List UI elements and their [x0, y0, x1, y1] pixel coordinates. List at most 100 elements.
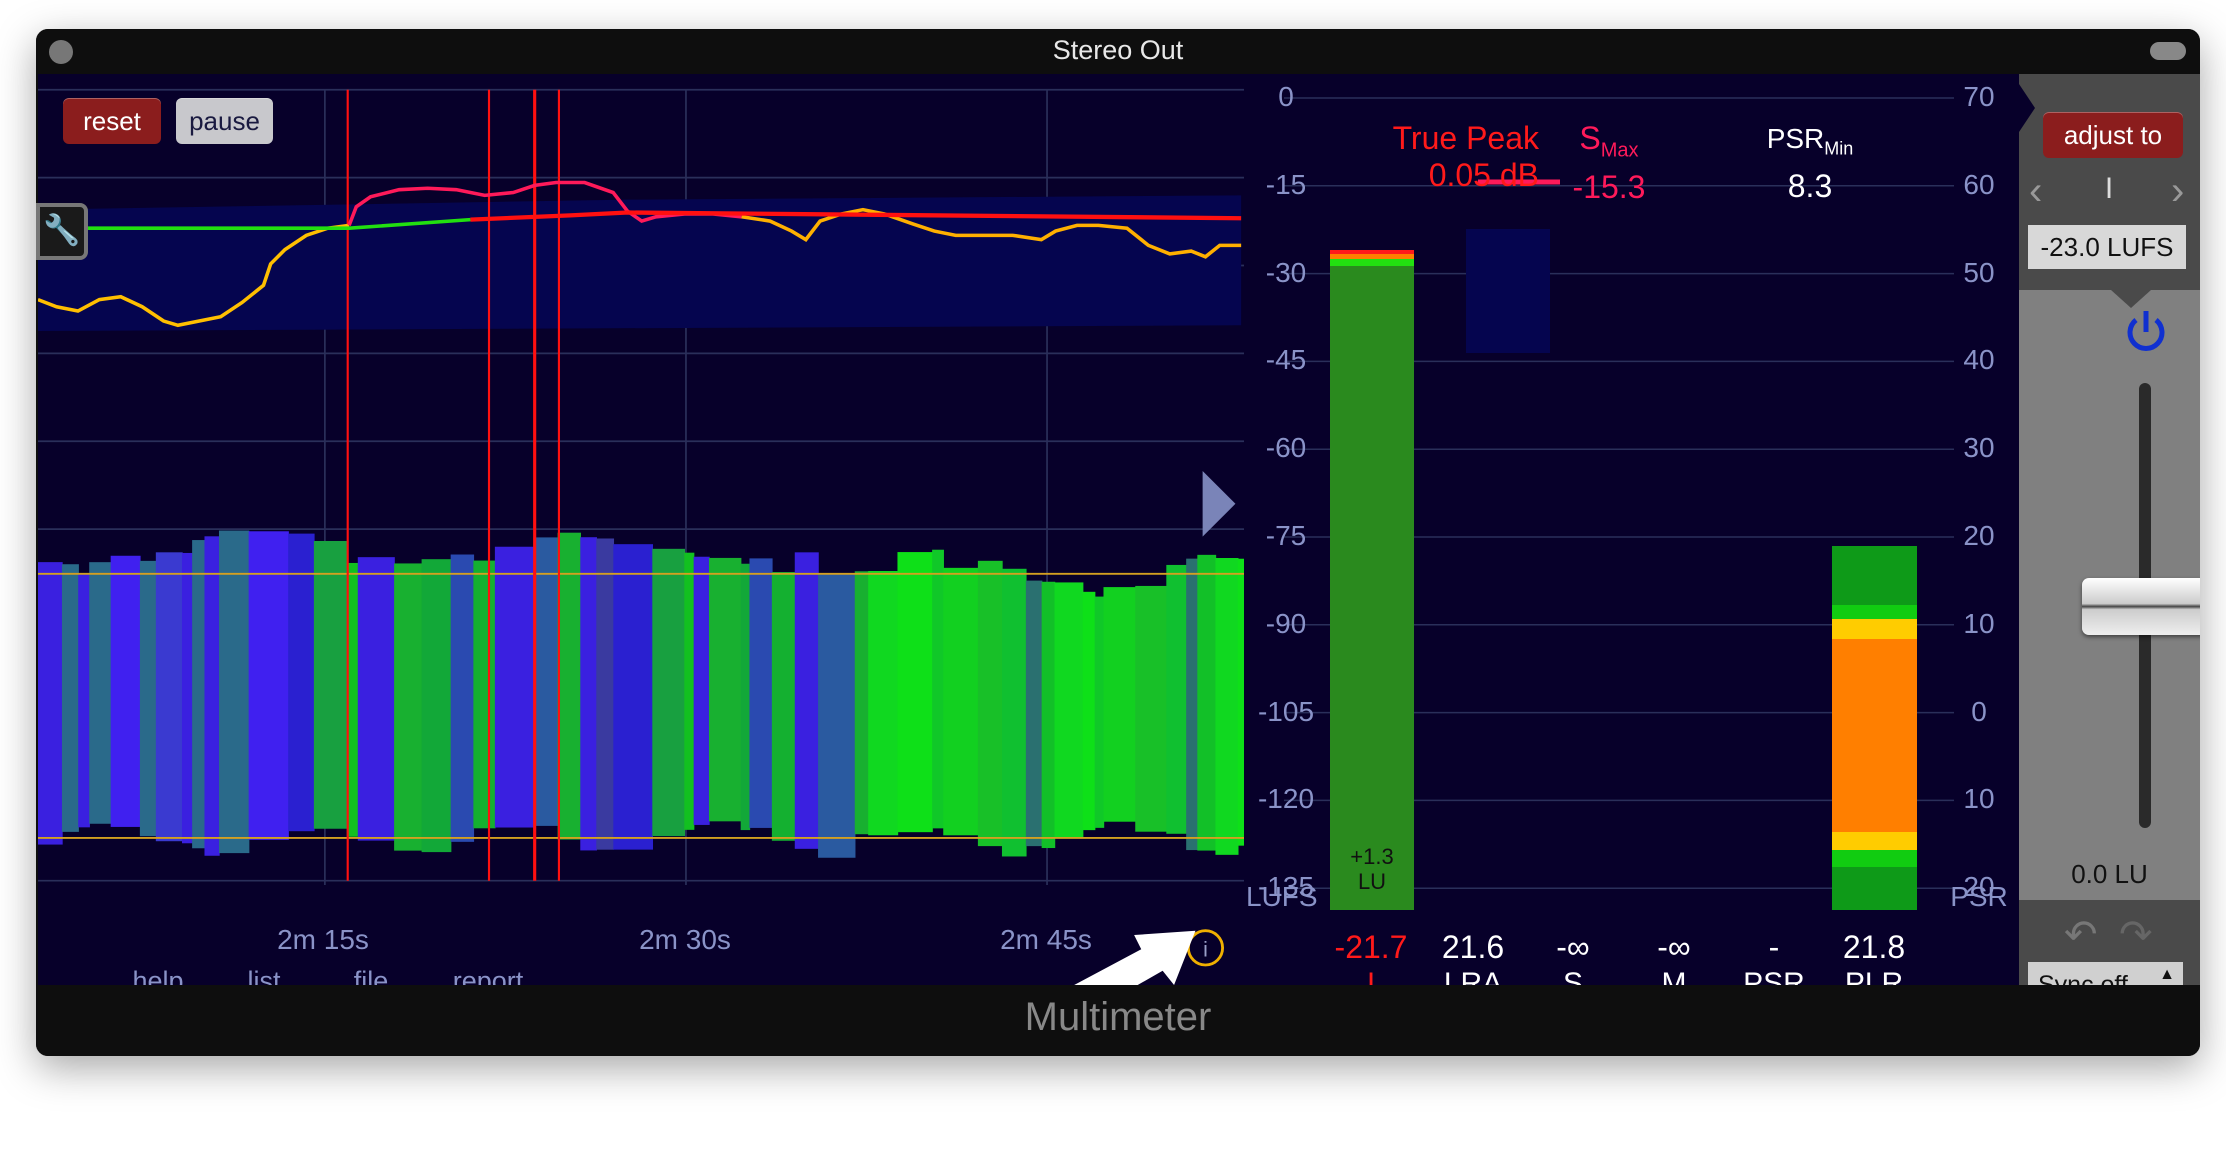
waveform-stripe [1025, 580, 1043, 847]
waveform-stripe [708, 557, 742, 822]
meter-section: +1.3 LU True Peak 0.05 dB SMax -15.3 PSR… [1244, 74, 2019, 1000]
psrmin-readout[interactable]: PSRMin 8.3 [1750, 120, 1870, 205]
lufs-axis-label: -105 [1257, 695, 1315, 727]
true-peak-readout[interactable]: True Peak 0.05 dB [1324, 120, 1539, 194]
smax-label: S [1579, 120, 1601, 156]
psrmin-label: PSR [1766, 123, 1825, 154]
waveform-stripe [684, 552, 695, 830]
waveform-stripe [1082, 591, 1096, 831]
waveform-stripe [494, 546, 535, 828]
waveform-stripe [1041, 581, 1056, 849]
pause-button[interactable]: pause [176, 98, 273, 144]
waveform-stripe [473, 560, 496, 829]
waveform-stripe [580, 537, 597, 851]
waveform-stripe [1197, 554, 1217, 851]
waveform-stripe [897, 552, 933, 833]
waveform-stripe [450, 554, 475, 842]
waveform-stripe [110, 555, 141, 827]
readout-value-i: -21.7 [1334, 929, 1408, 965]
previous-preset-button[interactable]: ‹ [2029, 169, 2059, 214]
lufs-axis-label: -15 [1265, 168, 1307, 200]
power-icon[interactable] [2123, 308, 2169, 358]
waveform-stripe [78, 574, 90, 828]
waveform-stripe [652, 548, 686, 837]
pointer-down [2111, 290, 2151, 308]
toolbar-toggle-button[interactable] [2150, 42, 2186, 60]
waveform-stripe [61, 564, 79, 832]
psr-axis-label: 40 [1963, 344, 1995, 376]
waveform-stripe [868, 570, 899, 836]
waveform-stripe [1135, 585, 1168, 832]
waveform-stripe [38, 562, 63, 845]
waveform-stripe [693, 556, 710, 825]
waveform-stripe [771, 572, 796, 841]
waveform-stripe [1054, 582, 1084, 839]
integrated-loudness-bar [1330, 250, 1414, 910]
waveform-stripe [533, 537, 559, 826]
readout-value-plr: 21.8 [1842, 929, 1906, 965]
integrated-bar-fill [1330, 250, 1414, 910]
waveform-stripe [943, 567, 979, 836]
history-graph: i [38, 88, 1244, 985]
lufs-axis-label: -90 [1265, 607, 1307, 639]
waveform-stripe [818, 573, 856, 858]
readout-value-s: -∞ [1556, 929, 1590, 965]
title-bar: Stereo Out [36, 29, 2200, 74]
psr-axis-label: 20 [1963, 520, 1995, 551]
waveform-stripe [1166, 564, 1187, 834]
psr-axis-label: 70 [1963, 81, 1995, 112]
loudness-range-bar [1466, 229, 1550, 353]
integrated-bar-peak [1330, 250, 1414, 254]
readout-value-psr: - [1768, 929, 1780, 965]
waveform-stripe [218, 530, 250, 854]
waveform-stripe [613, 544, 654, 850]
delta-value: +1.3 [1350, 844, 1394, 869]
loudness-history-plot[interactable]: i reset pause 🔧 2m 15s 2m 30s 2m 45s hel… [36, 74, 1244, 996]
lufs-axis-label: -45 [1265, 344, 1307, 376]
reset-button[interactable]: reset [63, 98, 161, 144]
waveform-stripe [740, 563, 751, 831]
readout-value-m: -∞ [1657, 929, 1691, 965]
integrated-bar-target [1330, 259, 1414, 266]
psr-axis-label: 60 [1963, 168, 1995, 200]
true-peak-value: 0.05 dB [1428, 157, 1539, 193]
redo-icon[interactable]: ↷ [2119, 912, 2153, 958]
waveform-stripe [1094, 596, 1105, 828]
psr-axis-label: 0 [1971, 695, 1987, 727]
smax-sub: Max [1600, 139, 1639, 162]
plugin-window: Stereo Out i reset pause 🔧 2m 15s 2m 30s… [36, 29, 2200, 1056]
time-label: 2m 30s [639, 924, 731, 955]
plr-bar-yellow-low [1832, 832, 1917, 850]
waveform-stripe [421, 559, 452, 853]
waveform-stripe [139, 560, 157, 837]
lufs-axis-label: -120 [1257, 783, 1315, 815]
next-preset-button[interactable]: › [2171, 169, 2200, 214]
psr-axis-label: 30 [1963, 432, 1995, 464]
undo-icon[interactable]: ↶ [2064, 912, 2098, 958]
waveform-stripe [89, 562, 112, 824]
settings-wrench-button[interactable]: 🔧 [36, 203, 88, 260]
waveform-stripe [1186, 558, 1199, 851]
adjust-to-button[interactable]: adjust to [2043, 112, 2183, 158]
integrated-delta: +1.3 LU [1330, 844, 1414, 894]
plr-bar [1832, 546, 1917, 910]
lufs-axis-label: -75 [1265, 520, 1307, 551]
target-loudness-field[interactable]: -23.0 LUFS [2028, 225, 2186, 269]
waveform-history [38, 530, 1244, 858]
waveform-stripe [313, 540, 348, 829]
waveform-stripe [248, 531, 289, 840]
waveform-stripe [794, 552, 819, 849]
waveform-stripe [357, 557, 395, 841]
gain-slider-thumb[interactable] [2082, 578, 2200, 635]
waveform-stripe [1215, 557, 1239, 855]
waveform-stripe [155, 552, 183, 842]
psrmin-sub: Min [1824, 138, 1854, 159]
smax-readout[interactable]: SMax -15.3 [1549, 120, 1669, 206]
gain-value: 0.0 LU [2071, 859, 2148, 889]
psr-axis-label: 10 [1963, 783, 1995, 815]
psr-axis-label: 50 [1963, 256, 1995, 288]
waveform-stripe [288, 533, 315, 832]
psr-axis-label: 10 [1963, 607, 1995, 639]
window-title: Stereo Out [1052, 35, 1184, 65]
lufs-axis-label: 0 [1278, 81, 1294, 112]
